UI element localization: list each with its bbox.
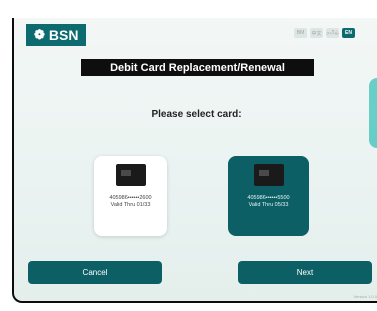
card-expiry: Valid Thru 01/33 [110, 202, 151, 208]
card-option-2[interactable]: 405986••••••5500 Valid Thru 05/33 [228, 156, 309, 236]
card-expiry: Valid Thru 05/33 [248, 202, 289, 208]
debit-card-icon [253, 164, 284, 186]
cancel-button[interactable]: Cancel [28, 261, 162, 284]
bsn-logo-icon: ❁ [34, 27, 45, 42]
card-option-1[interactable]: 405986••••••2600 Valid Thru 01/33 [94, 156, 167, 236]
language-option-ta[interactable]: தமிழ் [326, 28, 339, 38]
page-title: Debit Card Replacement/Renewal [81, 59, 314, 76]
bsn-logo-text: BSN [48, 27, 79, 43]
kiosk-bezel: ❁ BSN BM 中文 தமிழ் EN Debit Card Replacem… [0, 0, 377, 311]
next-button[interactable]: Next [238, 261, 372, 284]
language-option-en[interactable]: EN [342, 28, 355, 38]
card-number: 405986••••••5500 [247, 195, 290, 201]
language-option-bm[interactable]: BM [294, 28, 307, 38]
debit-card-icon [115, 164, 146, 186]
language-selector: BM 中文 தமிழ் EN [294, 28, 355, 38]
version-label: Version 1.0.0 [353, 294, 377, 299]
card-chip [120, 170, 131, 176]
language-option-zh[interactable]: 中文 [310, 28, 323, 38]
select-card-prompt: Please select card: [151, 109, 242, 120]
card-chip [258, 170, 269, 176]
bsn-logo: ❁ BSN [26, 24, 87, 46]
card-number: 405986••••••2600 [109, 195, 152, 201]
kiosk-screen: ❁ BSN BM 中文 தமிழ் EN Debit Card Replacem… [12, 18, 377, 303]
